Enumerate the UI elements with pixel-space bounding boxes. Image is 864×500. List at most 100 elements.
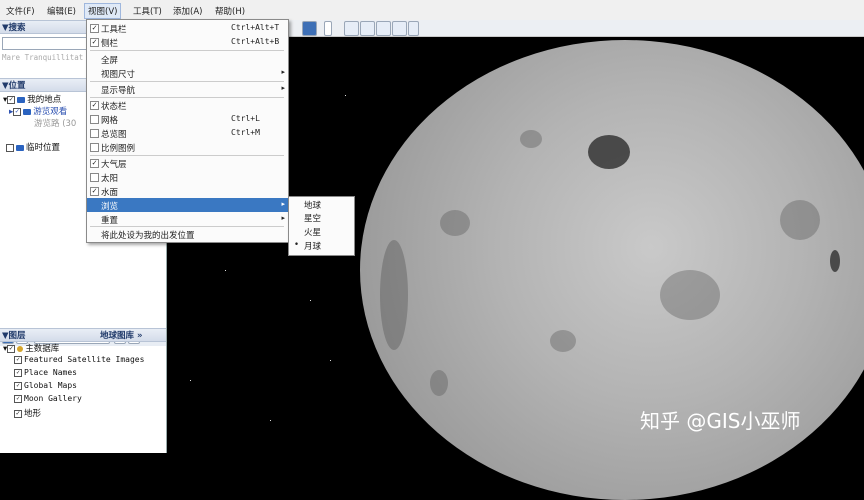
globe-icon[interactable] [408, 21, 419, 36]
crater [520, 130, 542, 148]
selected-dot-icon: • [294, 240, 300, 250]
submenu-item-label: 地球 [304, 201, 322, 211]
menu-item-label: 网格 [101, 116, 119, 126]
submenu-arrow-icon: ▸ [281, 84, 285, 92]
submenu-item-earth[interactable]: 地球 [289, 198, 354, 211]
menu-item-scale-legend[interactable]: 比例图例 [87, 140, 288, 154]
print-icon[interactable] [360, 21, 375, 36]
folder-icon [17, 96, 26, 103]
email-icon[interactable] [344, 21, 359, 36]
menu-bar: 文件(F) 编辑(E) 视图(V) 工具(T) 添加(A) 帮助(H) [0, 0, 864, 21]
menu-item-water-surface[interactable]: ✓ 水面 [87, 184, 288, 198]
places-panel-title: ▼位置 [2, 81, 26, 91]
database-icon [17, 345, 24, 352]
layer-label: Moon Gallery [24, 394, 82, 403]
layers-panel-title: ▼图层 [2, 331, 26, 341]
submenu-arrow-icon: ▸ [281, 68, 285, 76]
menu-item-label: 太阳 [101, 174, 119, 184]
view-menu-dropdown: ✓ 工具栏 Ctrl+Alt+T ✓ 侧栏 Ctrl+Alt+B 全屏 视图尺寸 ▸ 显示… [86, 19, 289, 243]
menu-item-view-size[interactable]: 视图尺寸 ▸ [87, 66, 288, 80]
star [345, 95, 346, 96]
menu-item-status-bar[interactable]: ✓ 状态栏 [87, 98, 288, 112]
primary-database-label: 主数据库 [25, 344, 60, 354]
tree-primary-database[interactable]: ▾✓ 主数据库 [3, 342, 59, 354]
tree-my-places[interactable]: ▾✓ 我的地点 [3, 93, 61, 105]
menu-add[interactable]: 添加(A) [170, 4, 205, 18]
earth-view-icon[interactable] [302, 21, 317, 36]
menu-item-label: 总览图 [101, 130, 127, 140]
menu-separator [90, 50, 284, 51]
menu-item-label: 全屏 [101, 56, 119, 66]
layers-panel-header[interactable]: ▼图层 地球图库 » [0, 328, 166, 342]
submenu-arrow-icon: ▸ [281, 214, 285, 222]
menu-item-shortcut: Ctrl+Alt+B [231, 37, 280, 46]
menu-item-explore[interactable]: 浏览 ▸ [87, 198, 288, 212]
crater [830, 250, 840, 272]
watermark-text: 知乎 @GIS小巫师 [640, 409, 801, 433]
submenu-item-label: 星空 [304, 214, 322, 224]
crater [550, 330, 576, 352]
layer-item[interactable]: ✓ Moon Gallery [14, 394, 82, 403]
menu-item-sidebar[interactable]: ✓ 侧栏 Ctrl+Alt+B [87, 35, 288, 49]
folder-icon [23, 108, 32, 115]
menu-item-reset[interactable]: 重置 ▸ [87, 212, 288, 226]
folder-icon [16, 144, 24, 151]
star [190, 380, 191, 381]
my-places-label: 我的地点 [27, 95, 62, 105]
crater [780, 200, 820, 240]
menu-item-sun[interactable]: 太阳 [87, 170, 288, 184]
menu-item-shortcut: Ctrl+L [231, 114, 260, 123]
earth-gallery-link[interactable]: 地球图库 » [100, 329, 142, 341]
map-icon[interactable] [392, 21, 407, 36]
search-hint: Mare Tranquillitat [2, 53, 84, 62]
menu-item-set-start-location[interactable]: 将此处设为我的出发位置 [87, 227, 288, 241]
layer-label: 地形 [24, 409, 42, 419]
tree-sightseeing[interactable]: ▸✓ 游览观看 [9, 105, 67, 117]
menu-item-label: 显示导航 [101, 86, 136, 96]
menu-item-label: 将此处设为我的出发位置 [101, 231, 195, 241]
star [330, 360, 331, 361]
menu-item-label: 视图尺寸 [101, 70, 136, 80]
menu-tools[interactable]: 工具(T) [130, 4, 165, 18]
menu-item-fullscreen[interactable]: 全屏 [87, 52, 288, 66]
crater [660, 270, 720, 320]
submenu-item-label: 火星 [304, 228, 322, 238]
menu-item-shortcut: Ctrl+M [231, 128, 260, 137]
menu-item-grid[interactable]: 网格 Ctrl+L [87, 112, 288, 126]
menu-view[interactable]: 视图(V) [84, 3, 122, 19]
menu-item-atmosphere[interactable]: ✓ 大气层 [87, 156, 288, 170]
star [225, 270, 226, 271]
submenu-item-mars[interactable]: 火星 [289, 225, 354, 238]
layer-item[interactable]: ✓ Place Names [14, 368, 77, 377]
menu-item-label: 水面 [101, 188, 119, 198]
layer-label: Place Names [24, 368, 77, 377]
layer-item[interactable]: ✓ Featured Satellite Images [14, 355, 144, 364]
menu-file[interactable]: 文件(F) [3, 4, 38, 18]
layer-label: Featured Satellite Images [24, 355, 145, 364]
tree-temp-places[interactable]: 临时位置 [6, 141, 60, 153]
menu-item-toolbar[interactable]: ✓ 工具栏 Ctrl+Alt+T [87, 21, 288, 35]
menu-item-label: 比例图例 [101, 144, 136, 154]
ruler-icon[interactable] [324, 21, 332, 36]
temp-places-label: 临时位置 [26, 143, 61, 153]
menu-help[interactable]: 帮助(H) [212, 4, 248, 18]
submenu-item-label: 月球 [304, 242, 322, 252]
layer-item[interactable]: ✓ Global Maps [14, 381, 77, 390]
submenu-item-moon[interactable]: • 月球 [289, 239, 354, 252]
menu-item-show-navigation[interactable]: 显示导航 ▸ [87, 82, 288, 96]
submenu-item-sky[interactable]: 星空 [289, 211, 354, 224]
layer-label: Global Maps [24, 381, 77, 390]
layer-item[interactable]: ✓ 地形 [14, 407, 41, 419]
tree-sightseeing-sub: 游览路 (30 [34, 119, 77, 129]
save-image-icon[interactable] [376, 21, 391, 36]
menu-item-label: 浏览 [101, 202, 119, 212]
submenu-arrow-icon: ▸ [281, 200, 285, 208]
menu-edit[interactable]: 编辑(E) [44, 4, 79, 18]
menu-item-label: 侧栏 [101, 39, 119, 49]
crater [440, 210, 470, 236]
crater [588, 135, 630, 169]
menu-item-label: 重置 [101, 216, 119, 226]
menu-item-overview-map[interactable]: 总览图 Ctrl+M [87, 126, 288, 140]
menu-item-label: 工具栏 [101, 25, 127, 35]
search-panel-title: ▼搜索 [2, 23, 26, 33]
